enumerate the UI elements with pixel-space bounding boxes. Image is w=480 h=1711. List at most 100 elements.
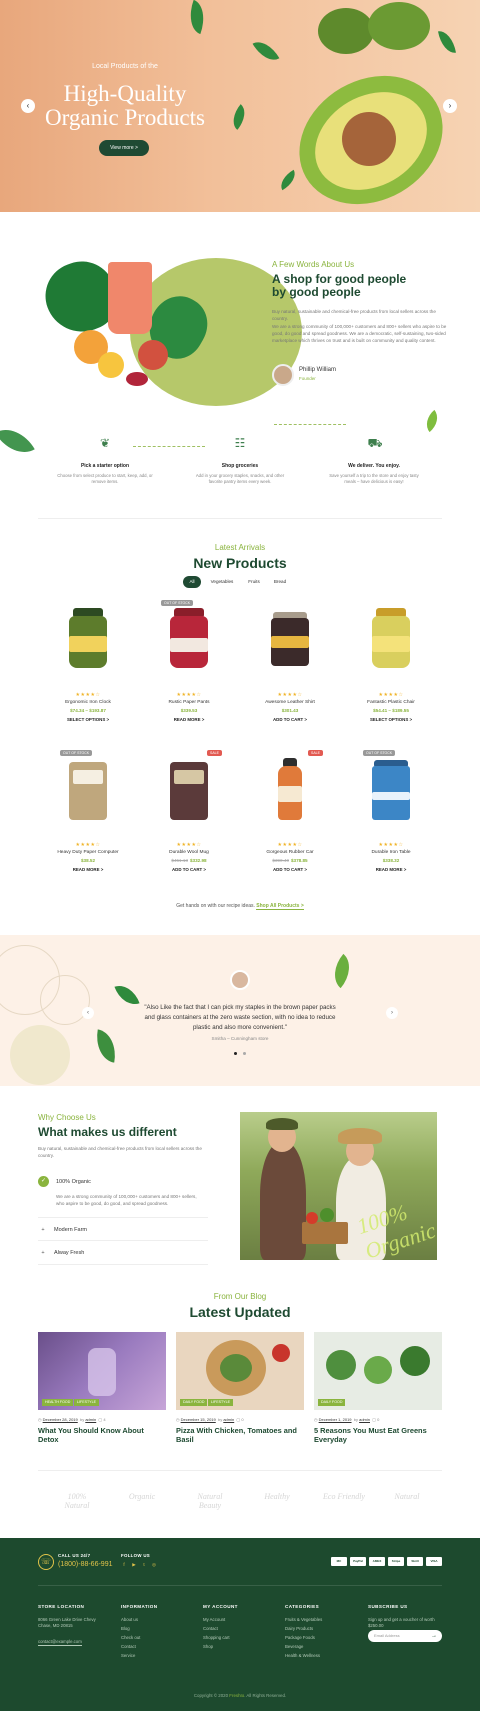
read-more-button[interactable]: READ MORE > <box>38 867 138 872</box>
product-name[interactable]: Ergonomic Iron Clock <box>38 700 138 705</box>
product-card[interactable]: SALE ★★★★☆ Gorgeous Rubber Car $390.40 $3… <box>240 750 340 900</box>
brand-logo[interactable]: Organic <box>120 1492 164 1522</box>
twitter-icon[interactable]: t <box>141 1562 147 1568</box>
post-tag[interactable]: LIFESTYLE <box>74 1399 99 1406</box>
step-description: Choose from select produce to start, kee… <box>57 473 153 484</box>
product-name[interactable]: Gorgeous Rubber Car <box>240 850 340 855</box>
footer-link[interactable]: About us <box>121 1617 138 1623</box>
read-more-button[interactable]: READ MORE > <box>139 717 239 722</box>
footer-link[interactable]: Contact <box>203 1626 218 1632</box>
filter-tab-all[interactable]: All <box>183 576 201 588</box>
testimonial-next-button[interactable]: › <box>386 1007 398 1019</box>
product-name[interactable]: Durable Iron Table <box>341 850 441 855</box>
blog-post-image[interactable]: DAILY FOOD LIFESTYLE <box>176 1332 304 1410</box>
select-options-button[interactable]: SELECT OPTIONS > <box>341 717 441 722</box>
product-image[interactable] <box>63 758 113 820</box>
product-name[interactable]: Durable Wool Mug <box>139 850 239 855</box>
post-title[interactable]: Pizza With Chicken, Tomatoes and Basil <box>176 1426 304 1444</box>
post-tag[interactable]: DAILY FOOD <box>318 1399 346 1406</box>
footer-link[interactable]: Shop <box>203 1644 213 1650</box>
youtube-icon[interactable]: ▶ <box>131 1562 137 1568</box>
post-date[interactable]: December 1, 2019 <box>319 1417 352 1422</box>
footer-link[interactable]: Package Foods <box>285 1635 315 1641</box>
product-card[interactable]: ★★★★☆ Awesome Leather Shirt $301.43 ADD … <box>240 600 340 750</box>
footer-link[interactable]: Check out <box>121 1635 140 1641</box>
email-input[interactable]: Email Address → <box>368 1630 442 1642</box>
brand-logo[interactable]: Healthy <box>255 1492 299 1522</box>
dashed-arrow <box>274 424 346 425</box>
post-tag[interactable]: HEALTH FOOD <box>42 1399 74 1406</box>
filter-tab-bread[interactable]: Bread <box>269 576 291 588</box>
store-email-link[interactable]: contact@example.com <box>38 1639 82 1646</box>
filter-tab-fruits[interactable]: Fruits <box>243 576 265 588</box>
blog-post-image[interactable]: HEALTH FOOD LIFESTYLE <box>38 1332 166 1410</box>
post-tag[interactable]: LIFESTYLE <box>208 1399 233 1406</box>
accordion-item[interactable]: + Modern Farm <box>38 1217 208 1241</box>
footer-link[interactable]: Fruits & Vegetables <box>285 1617 322 1623</box>
product-card[interactable]: ★★★★☆ Fantastic Plastic Chair $54.41 – $… <box>341 600 441 750</box>
instagram-icon[interactable]: ◎ <box>151 1562 157 1568</box>
product-card[interactable]: SALE ★★★★☆ Durable Wool Mug $451.13 $332.… <box>139 750 239 900</box>
shop-all-products-link[interactable]: Shop All Products > <box>256 903 304 910</box>
post-date[interactable]: December 15, 2019 <box>181 1417 216 1422</box>
add-to-cart-button[interactable]: ADD TO CART > <box>139 867 239 872</box>
post-author[interactable]: admin <box>85 1417 96 1422</box>
product-card[interactable]: OUT OF STOCK ★★★★☆ Heavy Duty Paper Comp… <box>38 750 138 900</box>
footer-link[interactable]: Beverage <box>285 1644 303 1650</box>
product-image[interactable] <box>63 608 113 670</box>
testimonial-prev-button[interactable]: ‹ <box>82 1007 94 1019</box>
view-more-button[interactable]: View more > <box>99 140 149 156</box>
footer-link[interactable]: Health & Wellness <box>285 1653 320 1659</box>
blog-kicker: From Our Blog <box>213 1292 267 1301</box>
product-name[interactable]: Fantastic Plastic Chair <box>341 700 441 705</box>
read-more-button[interactable]: READ MORE > <box>341 867 441 872</box>
post-tag[interactable]: DAILY FOOD <box>180 1399 208 1406</box>
add-to-cart-button[interactable]: ADD TO CART > <box>240 867 340 872</box>
post-author[interactable]: admin <box>223 1417 234 1422</box>
facebook-icon[interactable]: f <box>121 1562 127 1568</box>
phone-number[interactable]: (1800)-88-66-991 <box>58 1561 112 1568</box>
add-to-cart-button[interactable]: ADD TO CART > <box>240 717 340 722</box>
accordion-title-open[interactable]: 100% Organic <box>56 1179 91 1185</box>
product-name[interactable]: Rustic Paper Pants <box>139 700 239 705</box>
filter-tab-vegetables[interactable]: Vegetables <box>205 576 239 588</box>
footer-link[interactable]: My Account <box>203 1617 225 1623</box>
slider-dot[interactable] <box>243 1052 246 1055</box>
footer-link[interactable]: Service <box>121 1653 135 1659</box>
product-name[interactable]: Heavy Duty Paper Computer <box>38 850 138 855</box>
product-image[interactable] <box>366 758 416 820</box>
product-card[interactable]: OUT OF STOCK ★★★★☆ Rustic Paper Pants $3… <box>139 600 239 750</box>
post-title[interactable]: What You Should Know About Detox <box>38 1426 166 1444</box>
brand-logo[interactable]: Natural Beauty <box>188 1492 232 1522</box>
bag-label <box>73 770 103 784</box>
blog-post-image[interactable]: DAILY FOOD <box>314 1332 442 1410</box>
slider-prev-button[interactable]: ‹ <box>21 99 35 113</box>
footer-link[interactable]: Blog <box>121 1626 130 1632</box>
product-image[interactable] <box>164 758 214 820</box>
chevron-left-icon: ‹ <box>87 1010 89 1016</box>
select-options-button[interactable]: SELECT OPTIONS > <box>38 717 138 722</box>
brand-logo[interactable]: 100% Natural <box>55 1492 99 1522</box>
brand-logo[interactable]: Natural <box>385 1492 429 1522</box>
accordion-item[interactable]: + Alway Fresh <box>38 1241 208 1265</box>
footer-link[interactable]: Contact <box>121 1644 136 1650</box>
product-card[interactable]: ★★★★☆ Ergonomic Iron Clock $74.34 – $193… <box>38 600 138 750</box>
product-rating: ★★★★☆ <box>378 842 404 848</box>
arrow-right-icon[interactable]: → <box>431 1630 437 1642</box>
product-image[interactable] <box>164 608 214 670</box>
product-card[interactable]: OUT OF STOCK ★★★★☆ Durable Iron Table $3… <box>341 750 441 900</box>
product-image[interactable] <box>265 608 315 670</box>
brand-link[interactable]: FreshIo <box>229 1693 244 1698</box>
post-author[interactable]: admin <box>359 1417 370 1422</box>
hero-title: High-Quality Organic Products <box>0 82 250 130</box>
footer-link[interactable]: Shopping cart <box>203 1635 230 1641</box>
brand-logo[interactable]: Eco Friendly <box>322 1492 366 1522</box>
slider-dot-active[interactable] <box>234 1052 237 1055</box>
post-date[interactable]: December 28, 2019 <box>43 1417 78 1422</box>
product-image[interactable] <box>366 608 416 670</box>
product-name[interactable]: Awesome Leather Shirt <box>240 700 340 705</box>
footer-link[interactable]: Dairy Products <box>285 1626 313 1632</box>
product-image[interactable] <box>265 758 315 820</box>
post-title[interactable]: 5 Reasons You Must Eat Greens Everyday <box>314 1426 442 1444</box>
slider-next-button[interactable]: › <box>443 99 457 113</box>
